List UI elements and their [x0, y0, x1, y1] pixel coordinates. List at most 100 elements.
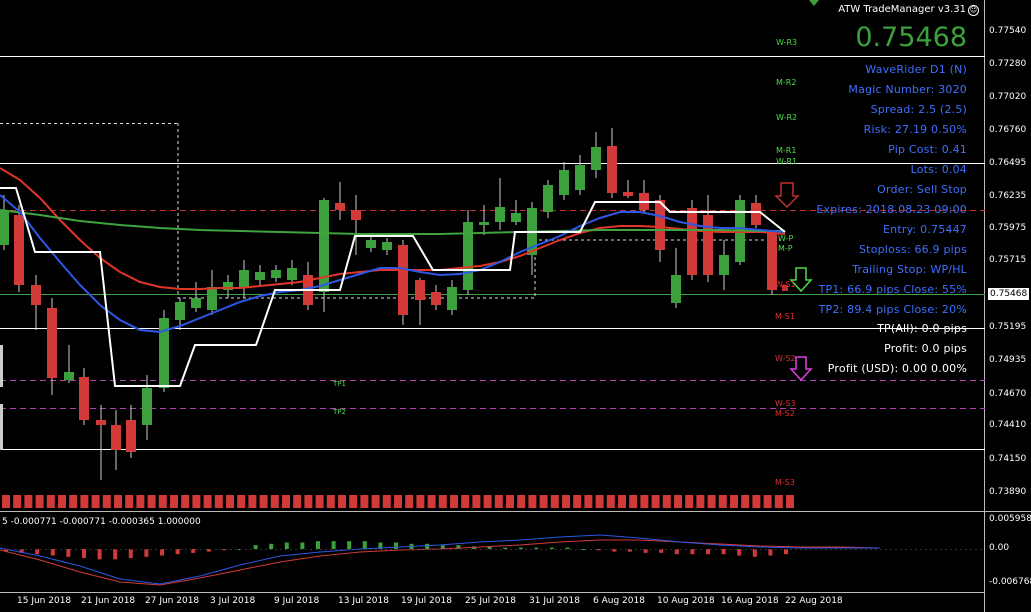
info-line: Profit: 0.0 pips — [884, 342, 967, 355]
ma-blue-line — [0, 194, 786, 334]
candle-body — [398, 245, 408, 315]
signal-strip-bar — [226, 495, 234, 508]
signal-strip-bar — [315, 495, 324, 508]
left-marker — [0, 404, 3, 450]
price-tick-label: 0.73890 — [989, 487, 1027, 497]
time-tick-label: 9 Jul 2018 — [274, 596, 320, 606]
signal-strip-bar — [170, 495, 178, 508]
signal-strip-bar — [741, 495, 750, 508]
info-line: TP1: 66.9 pips Close: 55% — [818, 283, 967, 296]
signal-strip-bar — [494, 495, 503, 508]
histogram-bar — [269, 543, 274, 549]
price-tick-label: 0.75715 — [989, 255, 1027, 265]
histogram-bar — [550, 547, 554, 549]
signal-strip-bar — [573, 495, 582, 508]
signal-strip-bar — [35, 495, 44, 508]
candle-body — [142, 388, 152, 425]
pivot-label: W-P — [778, 234, 794, 243]
signal-strip-bar — [158, 495, 167, 508]
left-marker — [0, 345, 3, 387]
info-line: TP2: 89.4 pips Close: 20% — [818, 303, 967, 316]
signal-strip-bar — [46, 495, 55, 508]
candle-body — [687, 208, 697, 275]
signal-strip-bar — [786, 495, 794, 508]
signal-strip-bar — [270, 495, 279, 508]
candle-body — [671, 275, 681, 303]
candle-body — [751, 203, 761, 225]
price-tick-label: 0.74410 — [989, 420, 1027, 430]
signal-strip-bar — [517, 495, 526, 508]
signal-strip-bar — [696, 495, 705, 508]
corner-marker-icon — [809, 0, 819, 6]
signal-strip-bar — [472, 495, 481, 508]
candle-body — [719, 255, 729, 275]
signal-strip-bar — [774, 495, 783, 508]
pivot-label: M-P — [778, 244, 793, 253]
candle-body — [703, 215, 713, 275]
pivot-label: W-S1 — [775, 280, 796, 289]
pivot-label: W-R2 — [776, 113, 798, 122]
pivot-label: W-S3 — [775, 399, 796, 408]
signal-strip — [2, 495, 794, 508]
candle-body — [255, 272, 265, 280]
pivot-label: M-S3 — [775, 478, 795, 487]
time-tick-label: 21 Jun 2018 — [81, 596, 136, 606]
candle-body — [47, 308, 57, 378]
price-tick-label: 0.76495 — [989, 158, 1027, 168]
signal-strip-bar — [483, 495, 492, 508]
info-line: Magic Number: 3020 — [848, 83, 967, 96]
signal-strip-bar — [360, 495, 369, 508]
signal-strip-bar — [718, 495, 727, 508]
signal-strip-bar — [506, 495, 514, 508]
signal-strip-bar — [416, 495, 425, 508]
signal-strip-bar — [2, 495, 10, 508]
histogram-bar — [300, 542, 305, 549]
info-line: Expires: 2018.08.23 09:00 — [816, 203, 967, 216]
signal-strip-bar — [394, 495, 402, 508]
price-tick-label: 0.77280 — [989, 59, 1027, 69]
histogram-bar — [66, 549, 71, 557]
signal-strip-bar — [293, 495, 302, 508]
signal-strip-bar — [752, 495, 761, 508]
signal-strip-bar — [304, 495, 313, 508]
candle-body — [79, 377, 89, 420]
candle-body — [335, 203, 345, 210]
info-line: Spread: 2.5 (2.5) — [870, 103, 967, 116]
candle-body — [31, 285, 41, 305]
signal-strip-bar — [539, 495, 548, 508]
candle-body — [271, 270, 281, 278]
price-tick-label: 0.74670 — [989, 389, 1027, 399]
pivot-label: M-S1 — [775, 312, 795, 321]
current-price: 0.75468 — [855, 22, 967, 53]
signal-strip-bar — [550, 495, 559, 508]
signal-strip-bar — [91, 495, 100, 508]
histogram-bar — [113, 549, 118, 560]
candle-body — [175, 302, 185, 320]
signal-strip-bar — [58, 495, 66, 508]
indicator-header: 5 -0.000771 -0.000771 -0.000365 1.000000 — [2, 517, 201, 527]
info-line: Order: Sell Stop — [877, 183, 967, 196]
candle-body — [96, 420, 106, 425]
signal-strip-bar — [147, 495, 156, 508]
signal-strip-bar — [405, 495, 414, 508]
time-tick-label: 13 Jul 2018 — [338, 596, 389, 606]
histogram-bar — [425, 543, 430, 549]
app-title: ATW TradeManager v3.31 ☺ — [838, 4, 979, 16]
candle-body — [366, 240, 376, 248]
signal-strip-bar — [13, 495, 22, 508]
price-tick-label: 0.75975 — [989, 223, 1027, 233]
signal-strip-bar — [192, 495, 201, 508]
signal-strip-bar — [282, 495, 290, 508]
signal-strip-bar — [102, 495, 111, 508]
app-title-text: ATW TradeManager v3.31 — [838, 4, 966, 15]
price-tick-label: 0.76760 — [989, 125, 1027, 135]
signal-strip-bar — [259, 495, 268, 508]
signal-strip-bar — [707, 495, 716, 508]
signal-strip-bar — [618, 495, 626, 508]
info-line: Pip Cost: 0.41 — [888, 143, 967, 156]
ma-red-line — [0, 167, 786, 290]
signal-strip-bar — [125, 495, 134, 508]
histogram-bar — [97, 549, 102, 560]
signal-strip-bar — [629, 495, 638, 508]
pivot-label: M-R1 — [776, 146, 797, 155]
